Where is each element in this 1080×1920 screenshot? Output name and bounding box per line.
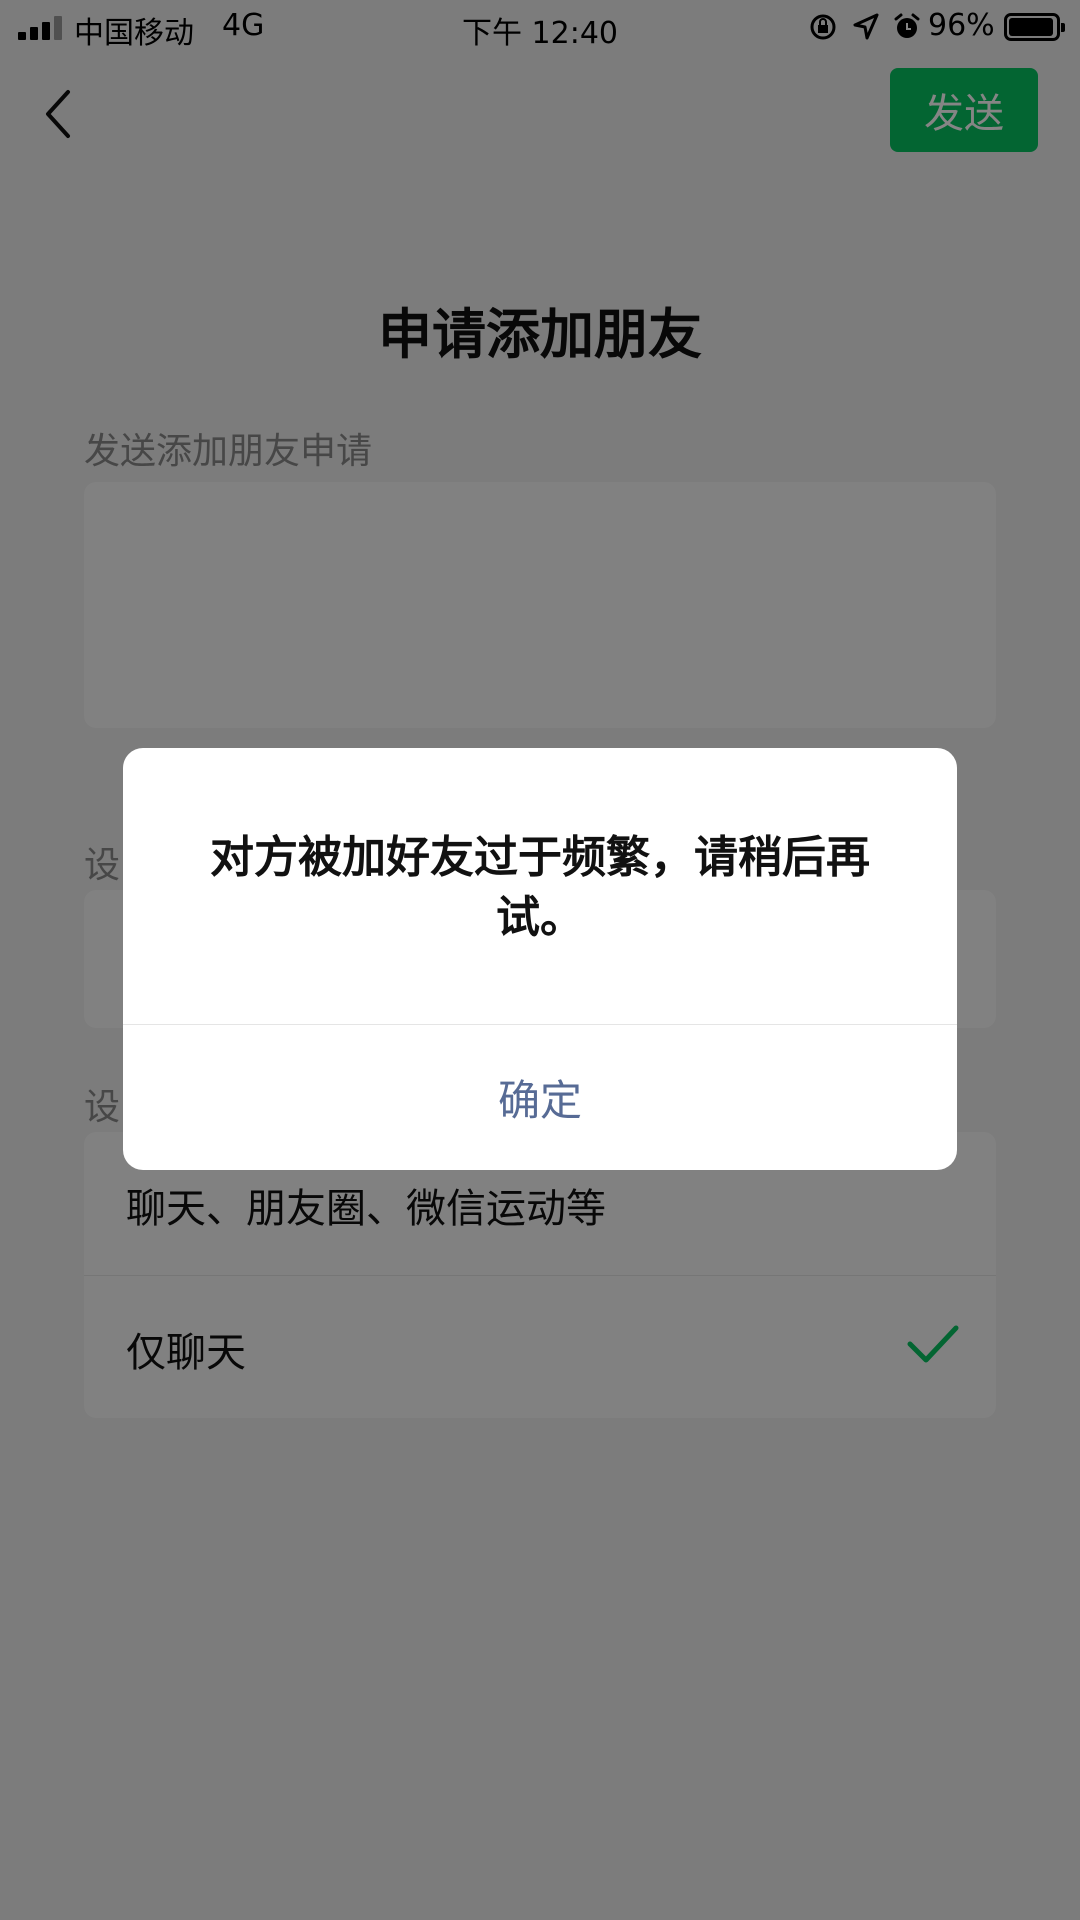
alert-dialog: 对方被加好友过于频繁，请稍后再试。 确定 xyxy=(123,748,957,1170)
confirm-button[interactable]: 确定 xyxy=(123,1025,957,1170)
dialog-message: 对方被加好友过于频繁，请稍后再试。 xyxy=(210,832,870,943)
